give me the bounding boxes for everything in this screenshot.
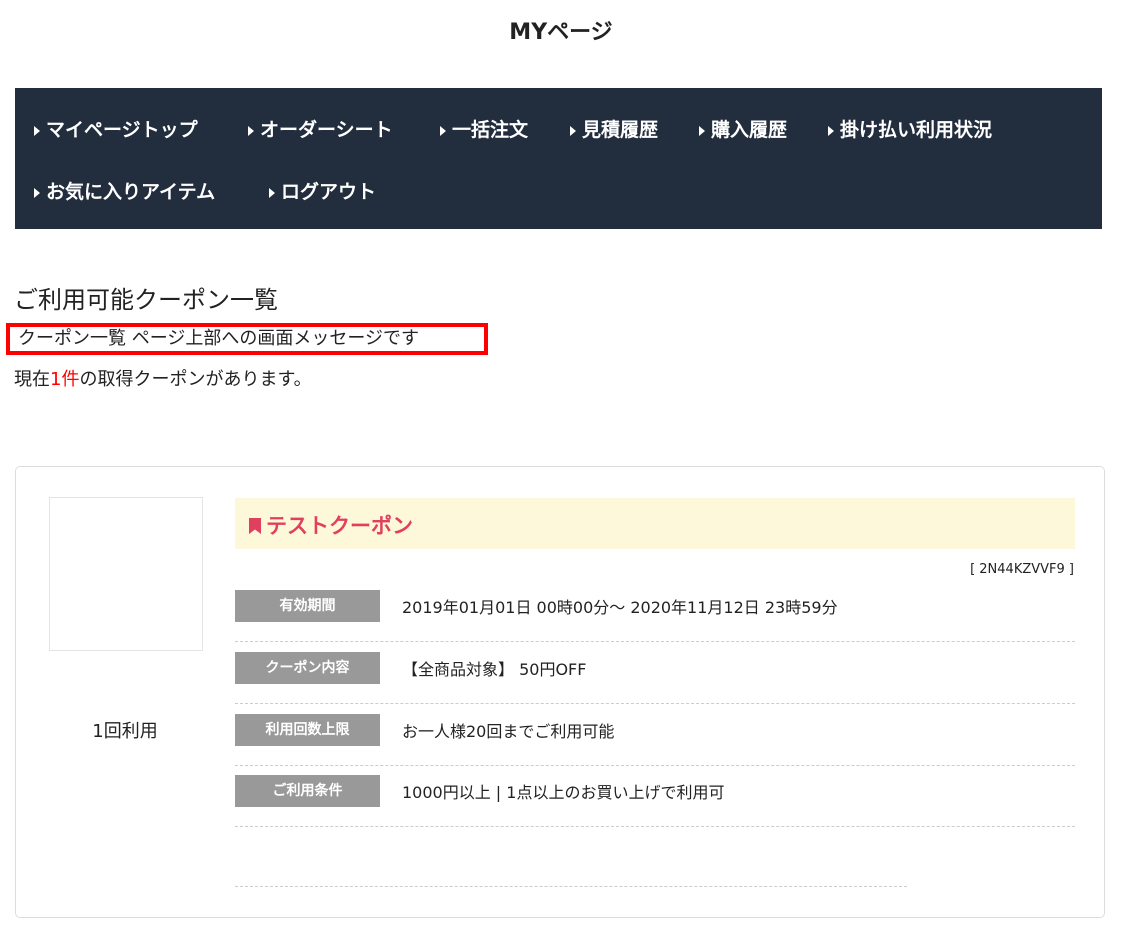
divider: [235, 886, 907, 887]
coupon-usage: 1回利用: [92, 721, 158, 742]
row-value: 1000円以上 | 1点以上のお買い上げで利用可: [402, 783, 725, 802]
row-label: クーポン内容: [235, 652, 380, 684]
coupon-code: [ 2N44KZVVF9 ]: [970, 562, 1074, 577]
triangle-right-icon: [34, 125, 40, 136]
nav-logout[interactable]: ログアウト: [269, 177, 376, 204]
nav-purchase-history[interactable]: 購入履歴: [699, 115, 787, 142]
row-value: 【全商品対象】 50円OFF: [402, 660, 587, 679]
nav-label: 購入履歴: [711, 119, 788, 141]
nav-credit-status[interactable]: 掛け払い利用状況: [828, 115, 992, 142]
nav-bulk-order[interactable]: 一括注文: [440, 115, 528, 142]
coupon-image: [49, 497, 203, 651]
triangle-right-icon: [440, 125, 446, 136]
nav-mypage-top[interactable]: マイページトップ: [34, 115, 198, 142]
coupon-count: 現在1件の取得クーポンがあります。: [14, 365, 312, 391]
row-label: 利用回数上限: [235, 714, 380, 746]
row-label: ご利用条件: [235, 775, 380, 807]
coupon-row-limit: 利用回数上限 お一人様20回までご利用可能: [235, 704, 1075, 766]
triangle-right-icon: [269, 187, 275, 198]
count-number: 1件: [50, 369, 80, 390]
nav-label: オーダーシート: [260, 119, 393, 141]
nav-label: お気に入りアイテム: [46, 181, 216, 203]
nav-label: 一括注文: [452, 119, 529, 141]
nav-favorites[interactable]: お気に入りアイテム: [34, 177, 215, 204]
count-suffix: の取得クーポンがあります。: [79, 369, 312, 390]
coupon-row-content: クーポン内容 【全商品対象】 50円OFF: [235, 642, 1075, 704]
nav-label: 見積履歴: [582, 119, 659, 141]
nav-order-sheet[interactable]: オーダーシート: [248, 115, 393, 142]
row-value: お一人様20回までご利用可能: [402, 722, 615, 741]
nav-label: 掛け払い利用状況: [840, 119, 993, 141]
nav-label: マイページトップ: [46, 119, 198, 141]
coupon-name: テストクーポン: [249, 510, 413, 540]
coupon-row-period: 有効期間 2019年01月01日 00時00分～ 2020年11月12日 23時5…: [235, 580, 1075, 642]
mypage-nav: マイページトップ オーダーシート 一括注文 見積履歴 購入履歴 掛け払い利用状況…: [15, 88, 1102, 229]
coupon-card: 1回利用 テストクーポン [ 2N44KZVVF9 ] 有効期間 2019年01月…: [15, 466, 1105, 918]
triangle-right-icon: [248, 125, 254, 136]
coupon-row-conditions: ご利用条件 1000円以上 | 1点以上のお買い上げで利用可: [235, 765, 1075, 827]
page-message: クーポン一覧 ページ上部への画面メッセージです: [6, 323, 488, 355]
section-title: ご利用可能クーポン一覧: [14, 286, 278, 314]
triangle-right-icon: [34, 187, 40, 198]
triangle-right-icon: [699, 125, 705, 136]
triangle-right-icon: [828, 125, 834, 136]
triangle-right-icon: [570, 125, 576, 136]
row-value: 2019年01月01日 00時00分～ 2020年11月12日 23時59分: [402, 598, 838, 617]
nav-label: ログアウト: [281, 181, 377, 203]
row-label: 有効期間: [235, 590, 380, 622]
bookmark-icon: [249, 518, 261, 534]
page-title: MYページ: [509, 20, 613, 45]
coupon-header: テストクーポン: [235, 498, 1075, 549]
nav-quote-history[interactable]: 見積履歴: [570, 115, 658, 142]
count-prefix: 現在: [14, 369, 50, 390]
coupon-name-text: テストクーポン: [266, 514, 413, 538]
